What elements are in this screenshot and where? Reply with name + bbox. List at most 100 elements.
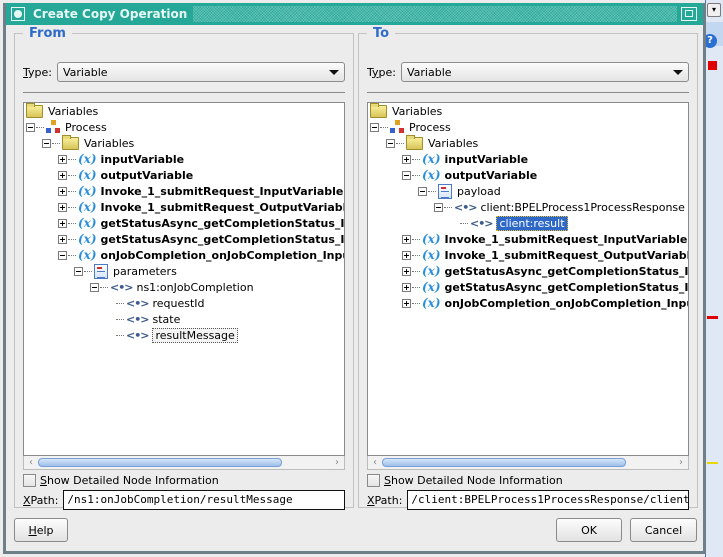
expand-icon[interactable] — [402, 266, 411, 276]
element-icon: <•> — [110, 280, 133, 294]
tree-node[interactable]: (x) Invoke_1_submitRequest_InputVariable — [402, 231, 687, 247]
tree-node[interactable]: (x) inputVariable — [58, 151, 184, 167]
scroll-left-icon[interactable]: ‹ — [370, 457, 380, 468]
from-horizontal-scrollbar[interactable]: ‹ › — [23, 456, 345, 470]
tree-node[interactable]: <•> client:result — [450, 215, 568, 231]
expand-icon[interactable] — [402, 250, 411, 260]
scroll-right-icon[interactable]: › — [332, 457, 342, 468]
tree-node-label: Invoke_1_submitRequest_InputVariable — [100, 184, 344, 198]
tree-node[interactable]: <•> client:BPELProcess1ProcessResponse — [434, 199, 685, 215]
collapse-icon[interactable] — [90, 282, 99, 292]
tree-node[interactable]: Process — [370, 119, 451, 135]
chevron-down-icon — [329, 69, 339, 75]
collapse-icon[interactable] — [74, 266, 83, 276]
to-xpath-input[interactable]: /client:BPELProcess1ProcessResponse/clie… — [407, 490, 689, 510]
tree-connector — [116, 318, 124, 320]
from-xpath-label-rest: Path: — [30, 493, 59, 507]
scroll-thumb[interactable] — [382, 458, 627, 467]
from-show-detail-label[interactable]: Show Detailed Node Information — [40, 474, 219, 487]
tree-node[interactable]: Variables — [370, 103, 442, 119]
collapse-icon[interactable] — [434, 202, 443, 212]
tree-node-label: Variables — [392, 104, 443, 118]
tree-node[interactable]: <•> ns1:onJobCompletion — [90, 279, 254, 295]
background-app-strip — [705, 0, 723, 557]
to-type-value: Variable — [407, 65, 452, 79]
tree-node[interactable]: parameters — [74, 263, 177, 279]
help-button[interactable]: Help — [14, 518, 68, 542]
collapse-icon[interactable] — [26, 122, 35, 132]
expand-icon[interactable] — [58, 218, 67, 228]
tree-connector — [100, 286, 108, 288]
to-type-select[interactable]: Variable — [401, 62, 689, 82]
from-xpath-row: XPath: /ns1:onJobCompletion/resultMessag… — [23, 490, 345, 510]
tree-connector — [84, 270, 92, 272]
expand-icon[interactable] — [58, 202, 67, 212]
ok-button[interactable]: OK — [556, 518, 622, 542]
tree-connector — [68, 222, 76, 224]
expand-icon[interactable] — [402, 282, 411, 292]
collapse-icon[interactable] — [58, 250, 67, 260]
to-show-detail-checkbox[interactable] — [367, 474, 380, 487]
from-show-detail-checkbox[interactable] — [23, 474, 36, 487]
scroll-thumb[interactable] — [38, 458, 283, 467]
tree-node[interactable]: (x) inputVariable — [402, 151, 528, 167]
cancel-button[interactable]: Cancel — [630, 518, 697, 542]
scroll-right-icon[interactable]: › — [676, 457, 686, 468]
tree-connector — [68, 174, 76, 176]
collapse-icon[interactable] — [386, 138, 395, 148]
from-type-select[interactable]: Variable — [56, 62, 345, 82]
separator — [23, 92, 345, 93]
collapse-icon[interactable] — [370, 122, 379, 132]
scroll-left-icon[interactable]: ‹ — [26, 457, 36, 468]
tree-node[interactable]: (x) outputVariable — [402, 167, 537, 183]
expand-icon[interactable] — [58, 170, 67, 180]
tree-node[interactable]: (x)getStatusAsync_getCompletionStatus_In… — [58, 215, 344, 231]
collapse-icon[interactable] — [42, 138, 51, 148]
folder-icon — [406, 134, 423, 150]
tree-node[interactable]: (x)getStatusAsync_getCompletionStatus_In… — [402, 263, 688, 279]
collapse-icon[interactable] — [418, 186, 427, 196]
variable-icon: (x) — [422, 152, 441, 166]
tree-connector — [428, 190, 436, 192]
to-type-label-rest: pe: — [378, 65, 396, 79]
tree-node[interactable]: (x) outputVariable — [58, 167, 193, 183]
expand-icon[interactable] — [402, 298, 411, 308]
tree-connector — [412, 174, 420, 176]
expand-icon[interactable] — [58, 234, 67, 244]
expand-icon[interactable] — [402, 234, 411, 244]
tree-node[interactable]: <•> requestId — [106, 295, 205, 311]
tree-node[interactable]: <•> resultMessage — [106, 327, 238, 343]
to-horizontal-scrollbar[interactable]: ‹ › — [367, 456, 689, 470]
tree-connector — [68, 238, 76, 240]
tree-node[interactable]: (x) Invoke_1_submitRequest_OutputVariable — [402, 247, 688, 263]
title-bar-drag-area[interactable] — [193, 6, 677, 22]
tree-node[interactable]: (x)getStatusAsync_getCompletionStatus_In… — [58, 231, 344, 247]
from-xpath-input[interactable]: /ns1:onJobCompletion/resultMessage — [63, 490, 345, 510]
expand-icon[interactable] — [58, 154, 67, 164]
tree-node-label: ns1:onJobCompletion — [136, 280, 254, 294]
tree-node[interactable]: payload — [418, 183, 501, 199]
tree-node[interactable]: Variables — [386, 134, 479, 151]
element-icon: <•> — [126, 328, 149, 342]
tree-node[interactable]: (x) Invoke_1_submitRequest_OutputVariable — [58, 199, 344, 215]
tree-node[interactable]: Variables — [42, 134, 134, 151]
tree-node[interactable]: Variables — [26, 103, 98, 119]
maximize-icon[interactable] — [681, 7, 697, 21]
tree-node[interactable]: (x) onJobCompletion_onJobCompletion_Input — [58, 247, 344, 263]
tree-connector — [460, 222, 468, 224]
expand-icon[interactable] — [58, 186, 67, 196]
variable-icon: (x) — [78, 232, 97, 246]
tree-node[interactable]: (x)getStatusAsync_getCompletionStatus_In… — [402, 279, 688, 295]
to-variable-tree[interactable]: Variables Process Variables (x) inputVariabl… — [367, 102, 689, 456]
tree-node-label: Variables — [428, 136, 479, 150]
tree-node[interactable]: (x) Invoke_1_submitRequest_InputVariable — [58, 183, 343, 199]
expand-icon[interactable] — [402, 154, 411, 164]
to-show-detail-label[interactable]: Show Detailed Node Information — [384, 474, 563, 487]
window-menu-icon[interactable] — [11, 7, 25, 21]
title-bar[interactable]: Create Copy Operation — [6, 3, 703, 25]
tree-node[interactable]: Process — [26, 119, 107, 135]
tree-node[interactable]: (x) onJobCompletion_onJobCompletion_Input — [402, 295, 688, 311]
from-variable-tree[interactable]: Variables Process Variables (x) inputVariabl… — [23, 102, 345, 456]
collapse-icon[interactable] — [402, 170, 411, 180]
tree-node[interactable]: <•> state — [106, 311, 180, 327]
